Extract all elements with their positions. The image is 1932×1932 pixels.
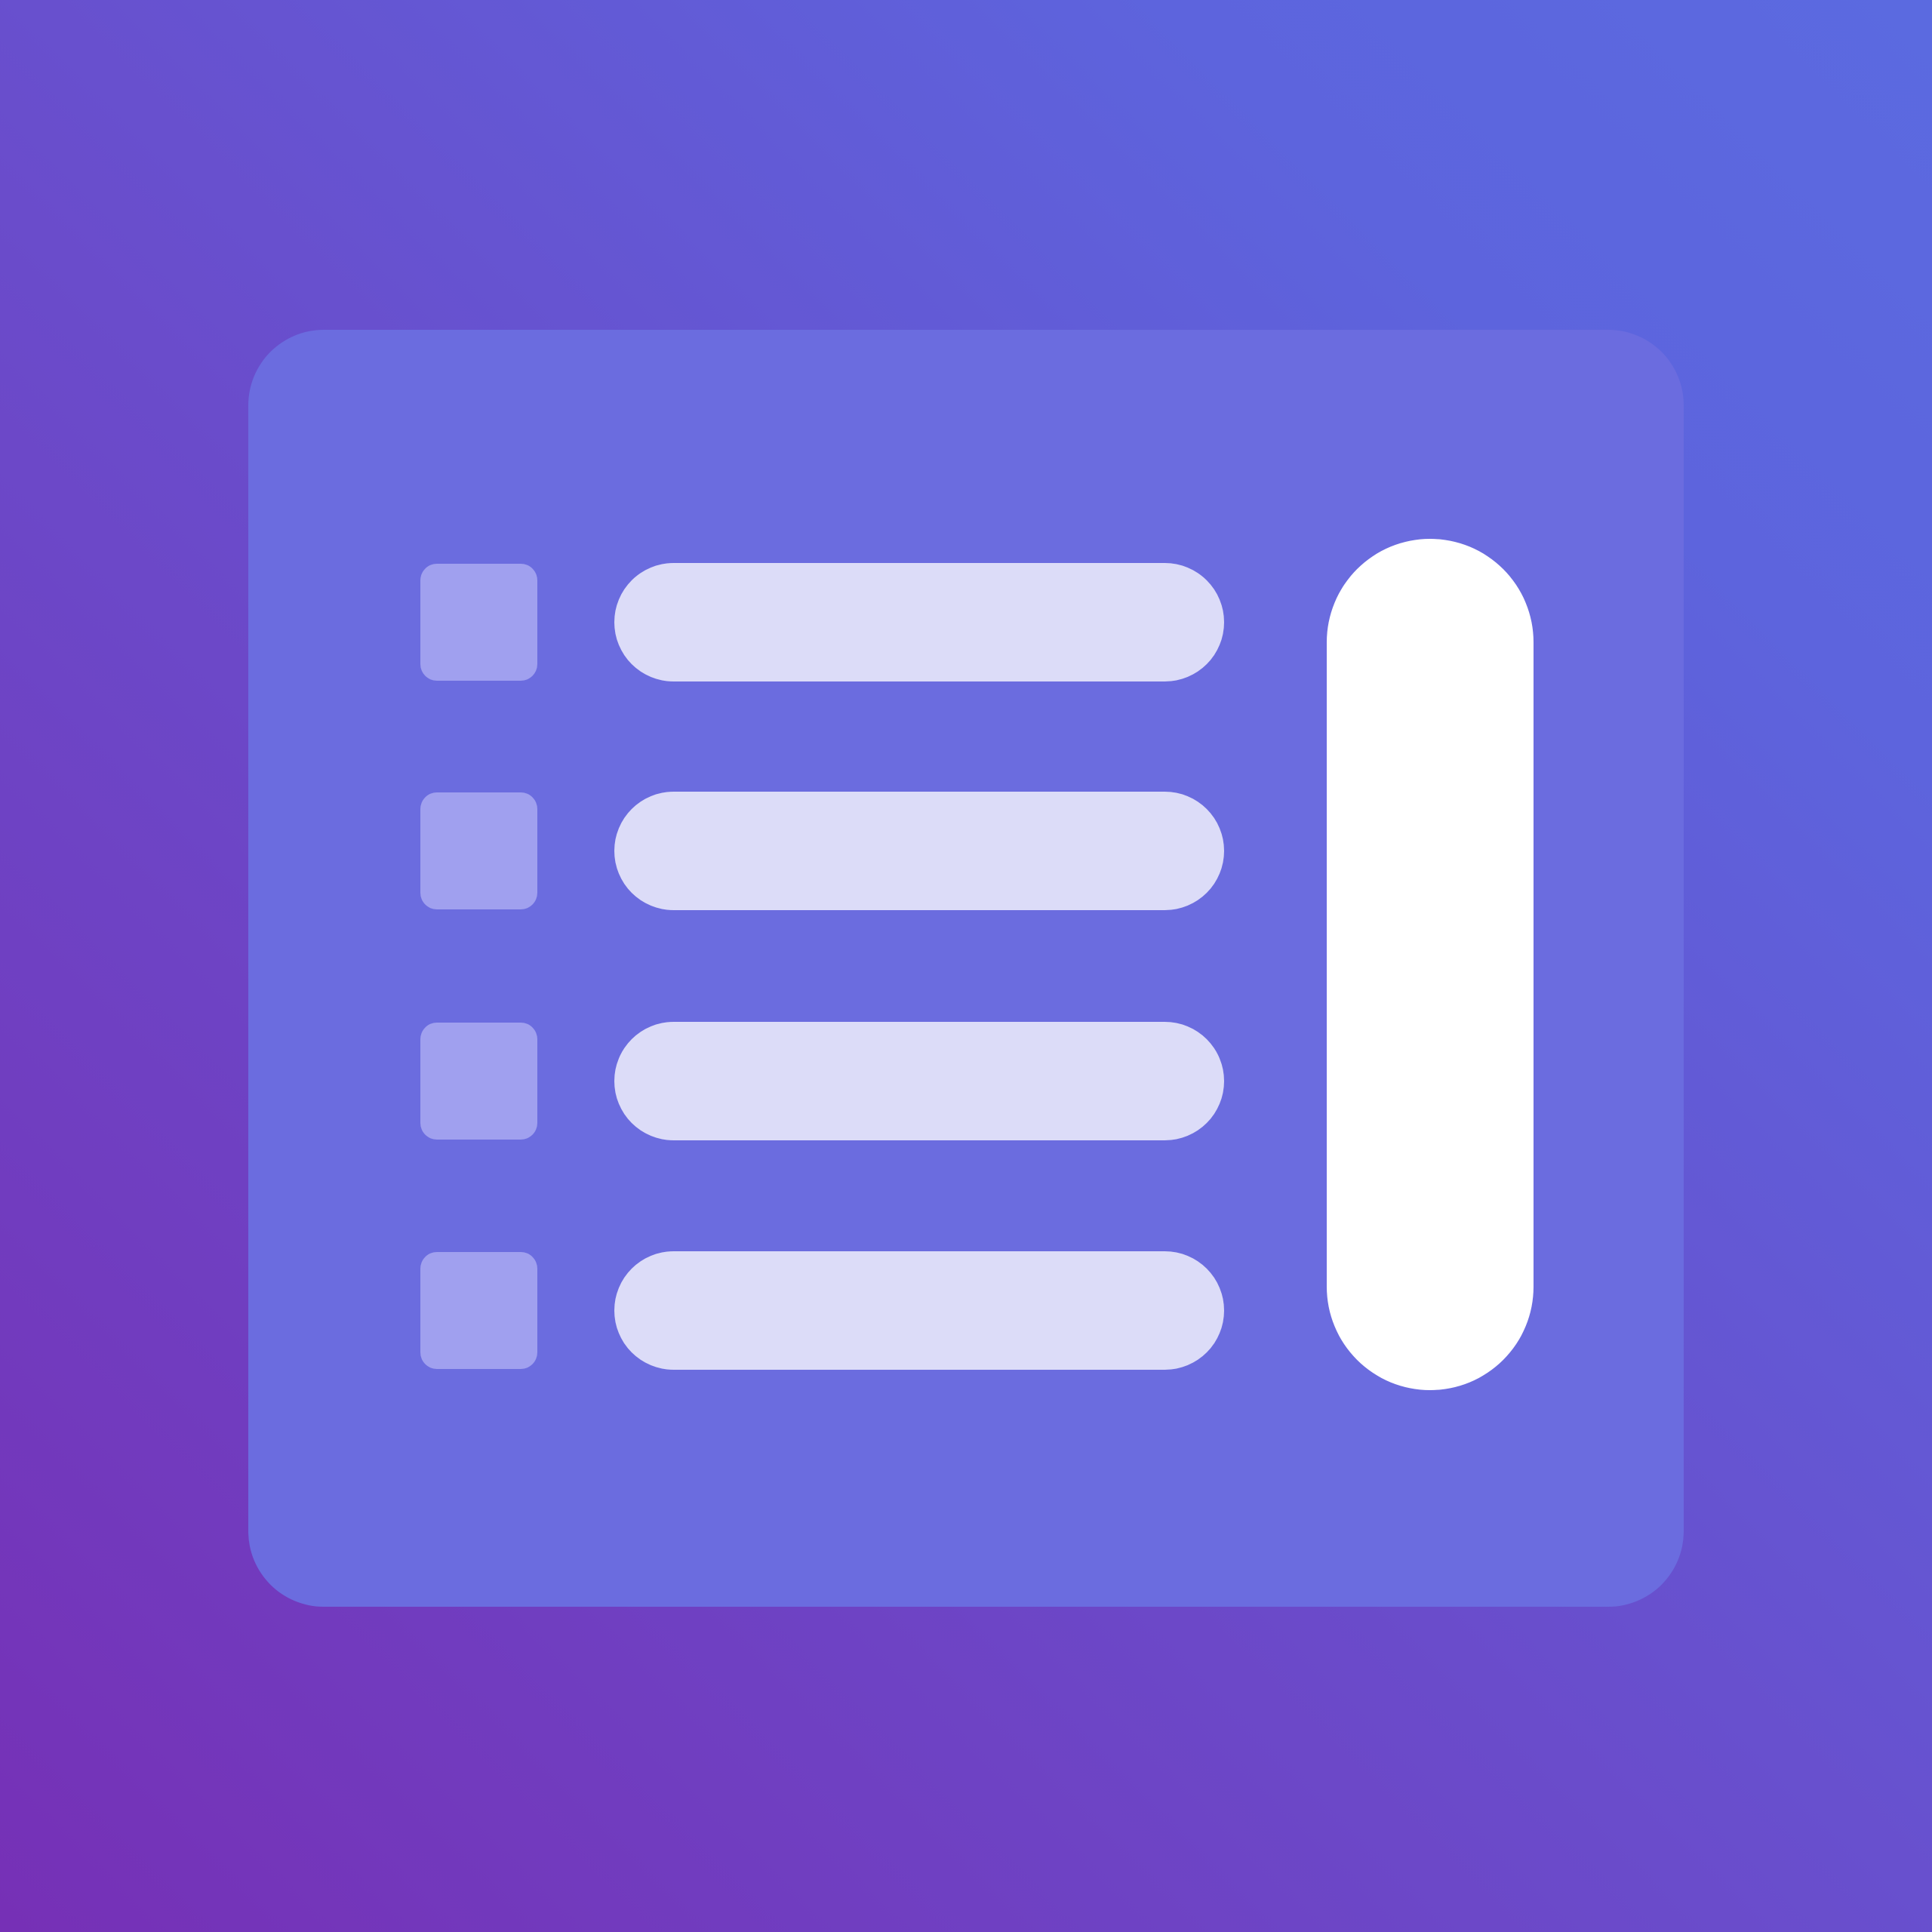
scrollbar-thumb-icon <box>1327 539 1534 1390</box>
list-item-bullet-icon <box>420 1023 537 1140</box>
list-item-line <box>614 792 1224 910</box>
list-item-line <box>614 1251 1224 1370</box>
app-icon-canvas <box>0 0 1932 1932</box>
list-item-line <box>614 1022 1224 1140</box>
list-item-bullet-icon <box>420 792 537 909</box>
list-item-line <box>614 563 1224 681</box>
list-item-bullet-icon <box>420 1252 537 1369</box>
list-item-bullet-icon <box>420 564 537 681</box>
